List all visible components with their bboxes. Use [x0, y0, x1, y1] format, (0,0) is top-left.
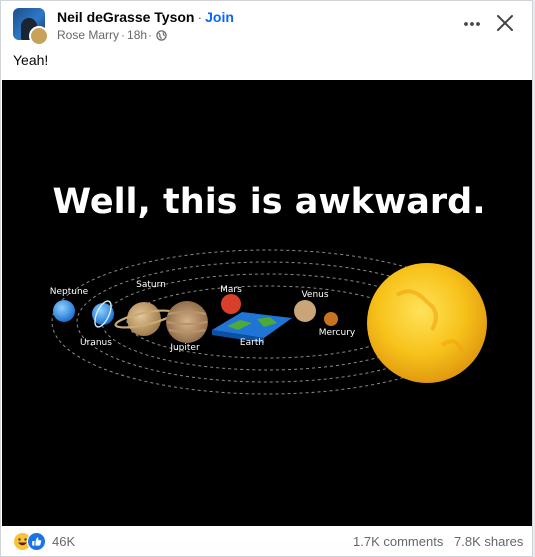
- reaction-count: 46K: [52, 534, 76, 549]
- like-reaction-icon: [27, 532, 46, 551]
- close-icon: [497, 15, 513, 31]
- label-mercury: Mercury: [319, 328, 356, 338]
- label-venus: Venus: [301, 290, 328, 300]
- post-timestamp[interactable]: 18h: [127, 28, 147, 42]
- planet-venus: [294, 300, 316, 322]
- post-card: Neil deGrasse Tyson · Join Rose Marry · 18…: [0, 0, 533, 557]
- label-earth: Earth: [240, 338, 264, 348]
- shares-count-link[interactable]: 7.8K shares: [454, 534, 523, 549]
- planet-mercury: [324, 312, 338, 326]
- label-saturn: Saturn: [136, 280, 166, 290]
- post-image[interactable]: Well, this is awkward. Neptune Uranus Sa…: [2, 80, 532, 526]
- header-separator: ·: [197, 9, 203, 25]
- group-name-link[interactable]: Neil deGrasse Tyson: [57, 9, 194, 25]
- planet-saturn: [127, 302, 161, 336]
- label-jupiter: Jupiter: [169, 343, 200, 353]
- meme-headline: Well, this is awkward.: [52, 182, 485, 222]
- label-mars: Mars: [220, 285, 242, 295]
- sun: [367, 263, 487, 383]
- group-avatar[interactable]: [13, 8, 49, 46]
- post-text: Yeah!: [13, 52, 49, 68]
- author-avatar[interactable]: [29, 26, 49, 46]
- comments-count-link[interactable]: 1.7K comments: [353, 534, 443, 549]
- join-button[interactable]: Join: [205, 9, 234, 25]
- more-horizontal-icon: [464, 22, 480, 26]
- meta-separator: ·: [148, 28, 153, 42]
- more-options-button[interactable]: [459, 13, 485, 35]
- label-neptune: Neptune: [50, 287, 89, 297]
- label-uranus: Uranus: [80, 338, 112, 348]
- planet-mars: [221, 294, 241, 314]
- reactions-summary[interactable]: 46K: [13, 532, 75, 551]
- globe-icon: [156, 29, 167, 41]
- post-footer: 46K 1.7K comments 7.8K shares: [1, 529, 534, 553]
- post-header: Neil deGrasse Tyson · Join: [57, 9, 234, 25]
- planet-neptune: [53, 300, 75, 322]
- author-name-link[interactable]: Rose Marry: [57, 28, 119, 42]
- meta-separator: ·: [121, 28, 126, 42]
- post-meta: Rose Marry · 18h ·: [57, 28, 167, 42]
- close-button[interactable]: [493, 11, 517, 35]
- solar-system-meme: Well, this is awkward. Neptune Uranus Sa…: [50, 182, 487, 395]
